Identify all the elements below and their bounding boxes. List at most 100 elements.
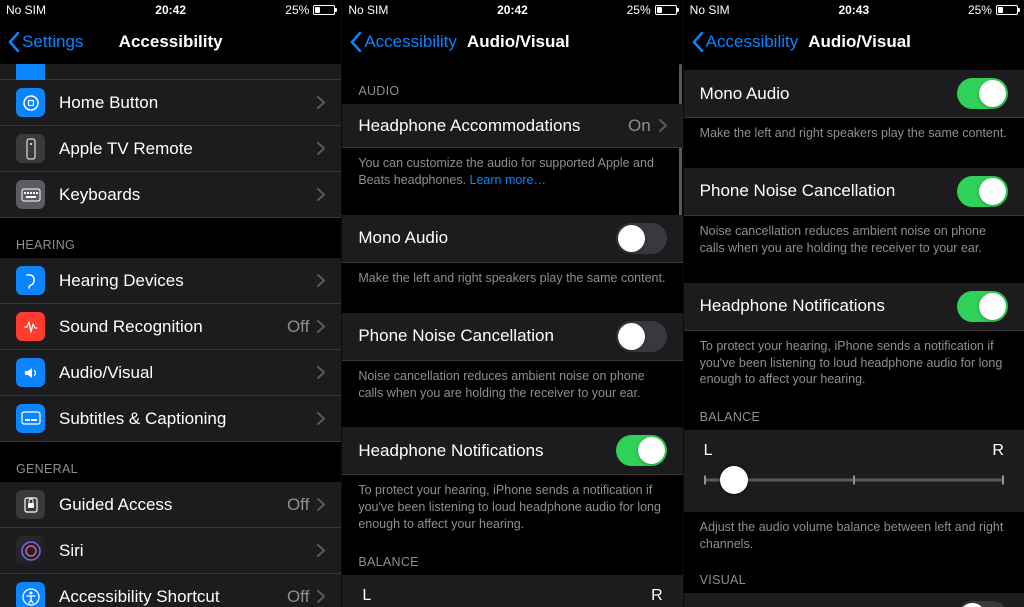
screen-accessibility: No SIM 20:42 25% Settings Accessibility … [0,0,341,607]
back-button[interactable]: Accessibility [692,32,799,52]
toggle-headphone-notifications[interactable] [957,291,1008,322]
carrier: No SIM [690,3,730,17]
balance-block: L R [684,430,1024,512]
footer-noise-cancellation: Noise cancellation reduces ambient noise… [342,361,682,412]
row-home-button[interactable]: Home Button [0,80,341,126]
back-label: Accessibility [706,32,799,52]
back-label: Accessibility [364,32,457,52]
content-scroll[interactable]: Audio Headphone Accommodations On You ca… [342,64,682,607]
section-balance: Balance [684,398,1024,430]
chevron-right-icon [317,544,325,557]
row-label: Keyboards [59,185,317,205]
battery-icon [313,5,335,15]
row-label: Accessibility Shortcut [59,587,287,607]
row-value: Off [287,495,309,515]
audio-visual-icon [16,358,45,387]
row-label: Headphone Notifications [358,441,615,461]
nav-bar: Settings Accessibility [0,20,341,64]
screen-audio-visual-1: No SIM 20:42 25% Accessibility Audio/Vis… [341,0,682,607]
clock: 20:42 [155,3,186,17]
row-audio-visual[interactable]: Audio/Visual [0,350,341,396]
row-headphone-notifications[interactable]: Headphone Notifications [342,427,682,475]
row-label: Sound Recognition [59,317,287,337]
footer-balance: Adjust the audio volume balance between … [684,512,1024,563]
toggle-led-flash[interactable] [957,601,1008,607]
toggle-noise-cancellation[interactable] [616,321,667,352]
siri-icon [16,536,45,565]
row-headphone-accommodations[interactable]: Headphone Accommodations On [342,104,682,148]
chevron-right-icon [317,590,325,603]
nav-bar: Accessibility Audio/Visual [684,20,1024,64]
section-hearing: Hearing [0,218,341,258]
clock: 20:43 [838,3,869,17]
balance-right-label: R [992,442,1004,460]
balance-slider[interactable] [704,466,1004,494]
status-bar: No SIM 20:42 25% [342,0,682,20]
row-noise-cancellation[interactable]: Phone Noise Cancellation [684,168,1024,216]
row-led-flash[interactable]: LED Flash for Alerts [684,593,1024,607]
row-label: Mono Audio [700,84,957,104]
clock: 20:42 [497,3,528,17]
battery-pct: 25% [968,3,992,17]
chevron-right-icon [317,366,325,379]
learn-more-link[interactable]: Learn more… [470,173,546,187]
toggle-headphone-notifications[interactable] [616,435,667,466]
footer-mono-audio: Make the left and right speakers play th… [684,118,1024,152]
chevron-left-icon [692,32,704,52]
row-value: Off [287,317,309,337]
toggle-mono-audio[interactable] [957,78,1008,109]
row-mono-audio[interactable]: Mono Audio [684,70,1024,118]
row-accessibility-shortcut[interactable]: Accessibility Shortcut Off [0,574,341,607]
row-keyboards[interactable]: Keyboards [0,172,341,218]
row-label: Headphone Notifications [700,296,957,316]
row-label: Headphone Accommodations [358,116,628,136]
chevron-right-icon [317,498,325,511]
chevron-right-icon [317,96,325,109]
row-label: Mono Audio [358,228,615,248]
row-value: Off [287,587,309,607]
battery-pct: 25% [627,3,651,17]
chevron-right-icon [317,412,325,425]
carrier: No SIM [6,3,46,17]
status-bar: No SIM 20:43 25% [684,0,1024,20]
page-title: Accessibility [119,32,223,52]
row-label: Subtitles & Captioning [59,409,317,429]
back-button[interactable]: Settings [8,32,83,52]
screen-audio-visual-2: No SIM 20:43 25% Accessibility Audio/Vis… [683,0,1024,607]
partial-row-top [0,64,341,80]
section-general: General [0,442,341,482]
keyboards-icon [16,180,45,209]
toggle-mono-audio[interactable] [616,223,667,254]
row-label: Guided Access [59,495,287,515]
footer-headphone-accommodations: You can customize the audio for supporte… [342,148,682,199]
home-button-icon [16,88,45,117]
content-scroll[interactable]: Home Button Apple TV Remote Keyboards He… [0,64,341,607]
row-guided-access[interactable]: Guided Access Off [0,482,341,528]
back-button[interactable]: Accessibility [350,32,457,52]
section-audio: Audio [342,64,682,104]
section-balance: Balance [342,543,682,575]
row-noise-cancellation[interactable]: Phone Noise Cancellation [342,313,682,361]
row-sound-recognition[interactable]: Sound Recognition Off [0,304,341,350]
row-siri[interactable]: Siri [0,528,341,574]
row-label: Phone Noise Cancellation [700,181,957,201]
balance-right-label: R [651,587,663,605]
status-bar: No SIM 20:42 25% [0,0,341,20]
row-mono-audio[interactable]: Mono Audio [342,215,682,263]
row-hearing-devices[interactable]: Hearing Devices [0,258,341,304]
footer-noise-cancellation: Noise cancellation reduces ambient noise… [684,216,1024,267]
chevron-right-icon [317,142,325,155]
row-value: On [628,116,651,136]
footer-mono-audio: Make the left and right speakers play th… [342,263,682,297]
chevron-right-icon [317,274,325,287]
subtitles-icon [16,404,45,433]
carrier: No SIM [348,3,388,17]
row-apple-tv-remote[interactable]: Apple TV Remote [0,126,341,172]
row-subtitles[interactable]: Subtitles & Captioning [0,396,341,442]
toggle-noise-cancellation[interactable] [957,176,1008,207]
row-label: Home Button [59,93,317,113]
row-headphone-notifications[interactable]: Headphone Notifications [684,283,1024,331]
slider-knob[interactable] [720,466,748,494]
content-scroll[interactable]: Mono Audio Make the left and right speak… [684,64,1024,607]
row-label: Hearing Devices [59,271,317,291]
